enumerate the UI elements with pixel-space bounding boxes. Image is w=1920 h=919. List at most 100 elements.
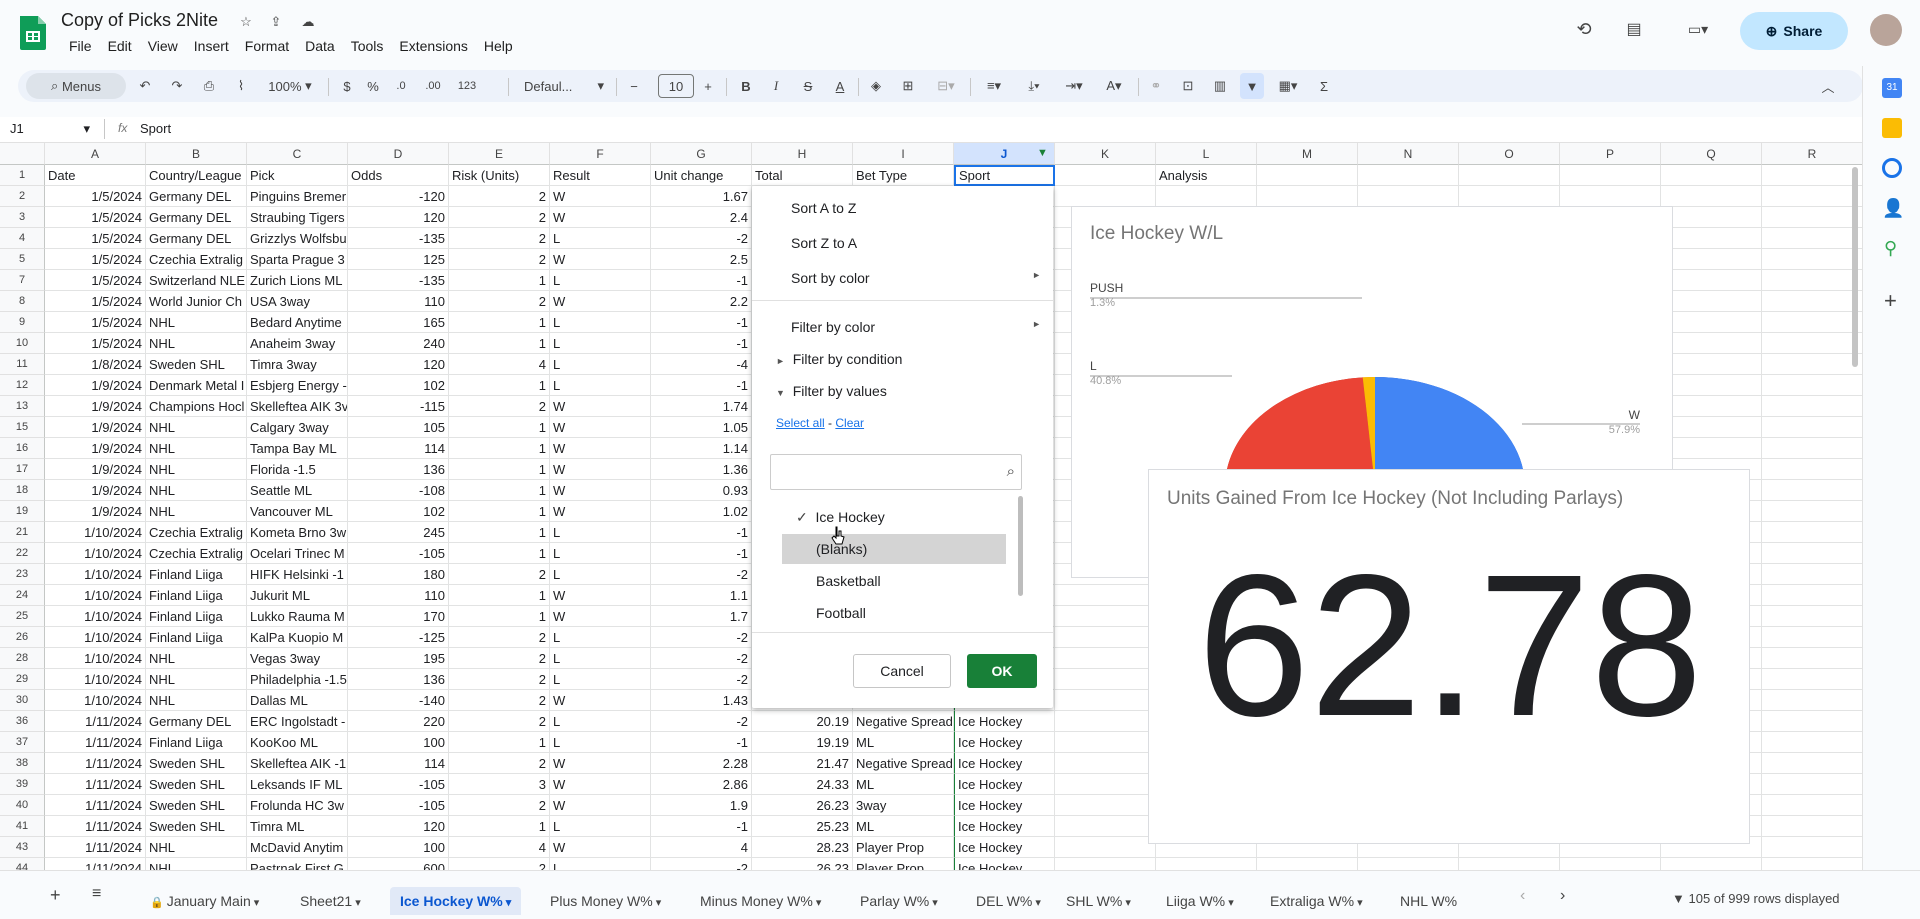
filter-icon[interactable]: ▼: [1240, 73, 1264, 99]
cell-a[interactable]: 1/11/2024: [45, 795, 146, 816]
cell-d[interactable]: 102: [348, 501, 449, 522]
cell-a[interactable]: 1/9/2024: [45, 438, 146, 459]
cell-a[interactable]: 1/5/2024: [45, 333, 146, 354]
cell-b[interactable]: Czechia Extralig: [146, 249, 247, 270]
cell-b[interactable]: Sweden SHL: [146, 795, 247, 816]
cell-q[interactable]: [1661, 270, 1762, 291]
cell-f[interactable]: L: [550, 732, 651, 753]
cell-e[interactable]: 2: [449, 669, 550, 690]
header-cell-p[interactable]: [1560, 165, 1661, 186]
cell-c[interactable]: Esbjerg Energy -: [247, 375, 348, 396]
cell-r[interactable]: [1762, 438, 1862, 459]
cell-e[interactable]: 2: [449, 207, 550, 228]
cell-a[interactable]: 1/5/2024: [45, 270, 146, 291]
cell-f[interactable]: W: [550, 417, 651, 438]
cell-b[interactable]: NHL: [146, 480, 247, 501]
cell-f[interactable]: W: [550, 606, 651, 627]
cell-h[interactable]: 21.47: [752, 753, 853, 774]
cell-c[interactable]: Skelleftea AIK 3v: [247, 396, 348, 417]
cell-g[interactable]: -2: [651, 564, 752, 585]
cell-o[interactable]: [1459, 858, 1560, 870]
cell-g[interactable]: -1: [651, 816, 752, 837]
cell-d[interactable]: 240: [348, 333, 449, 354]
cell-c[interactable]: Bedard Anytime: [247, 312, 348, 333]
sheet-tab[interactable]: NHL W%: [1390, 887, 1467, 915]
cell-e[interactable]: 4: [449, 837, 550, 858]
header-cell-d[interactable]: Odds: [348, 165, 449, 186]
row-header[interactable]: 4: [0, 228, 45, 249]
font-size-increase-button[interactable]: +: [698, 70, 718, 102]
cell-r[interactable]: [1762, 858, 1862, 870]
comments-icon[interactable]: ▤: [1624, 19, 1644, 39]
cell-d[interactable]: -105: [348, 774, 449, 795]
cell-d[interactable]: 170: [348, 606, 449, 627]
header-cell-m[interactable]: [1257, 165, 1358, 186]
sheet-tab-menu-icon[interactable]: ▾: [1354, 897, 1363, 909]
cell-a[interactable]: 1/11/2024: [45, 711, 146, 732]
cell-g[interactable]: -1: [651, 270, 752, 291]
cell-i[interactable]: ML: [853, 816, 954, 837]
menu-help[interactable]: Help: [476, 36, 521, 56]
undo-icon[interactable]: ↶: [132, 70, 158, 102]
cell-d[interactable]: 114: [348, 438, 449, 459]
cell-r[interactable]: [1762, 837, 1862, 858]
cell-e[interactable]: 2: [449, 753, 550, 774]
cell-a[interactable]: 1/11/2024: [45, 774, 146, 795]
cell-b[interactable]: Finland Liiga: [146, 564, 247, 585]
filter-views-icon[interactable]: ▦▾: [1270, 70, 1306, 102]
value-item[interactable]: Basketball: [782, 566, 1006, 596]
cell-e[interactable]: 2: [449, 648, 550, 669]
cell-c[interactable]: USA 3way: [247, 291, 348, 312]
sheet-tab-menu-icon[interactable]: ▾: [352, 897, 361, 909]
column-filter-icon[interactable]: ▼: [1037, 147, 1048, 159]
cell-b[interactable]: Finland Liiga: [146, 606, 247, 627]
column-header-k[interactable]: K: [1055, 143, 1156, 165]
cell-f[interactable]: W: [550, 249, 651, 270]
row-header[interactable]: 28: [0, 648, 45, 669]
header-cell-e[interactable]: Risk (Units): [449, 165, 550, 186]
fill-color-icon[interactable]: ◈: [864, 70, 888, 102]
text-rotation-icon[interactable]: A▾: [1096, 70, 1132, 102]
cell-r[interactable]: [1762, 480, 1862, 501]
cell-r[interactable]: [1762, 501, 1862, 522]
sort-a-to-z[interactable]: Sort A to Z: [791, 200, 856, 216]
cell-d[interactable]: -140: [348, 690, 449, 711]
cell-d[interactable]: 110: [348, 291, 449, 312]
cell-f[interactable]: W: [550, 291, 651, 312]
cell-q[interactable]: [1661, 312, 1762, 333]
cell-c[interactable]: Kometa Brno 3w: [247, 522, 348, 543]
cell-q[interactable]: [1661, 291, 1762, 312]
menu-file[interactable]: File: [61, 36, 100, 56]
select-all-link[interactable]: Select all: [776, 416, 825, 430]
menu-insert[interactable]: Insert: [186, 36, 237, 56]
cell-r[interactable]: [1762, 585, 1862, 606]
cell-d[interactable]: -135: [348, 270, 449, 291]
sheet-tab-menu-icon[interactable]: ▾: [1122, 897, 1131, 909]
cell-e[interactable]: 2: [449, 396, 550, 417]
contacts-icon[interactable]: 👤: [1882, 198, 1904, 218]
meet-icon[interactable]: ▭▾: [1678, 19, 1718, 39]
cell-f[interactable]: L: [550, 627, 651, 648]
cell-c[interactable]: Sparta Prague 3: [247, 249, 348, 270]
cell-h[interactable]: 24.33: [752, 774, 853, 795]
cell-e[interactable]: 2: [449, 795, 550, 816]
row-header[interactable]: 44: [0, 858, 45, 870]
cell-a[interactable]: 1/10/2024: [45, 543, 146, 564]
cell-o[interactable]: [1459, 186, 1560, 207]
header-cell-b[interactable]: Country/League: [146, 165, 247, 186]
cell-e[interactable]: 1: [449, 606, 550, 627]
cell-e[interactable]: 2: [449, 186, 550, 207]
cell-q[interactable]: [1661, 417, 1762, 438]
cell-c[interactable]: Timra 3way: [247, 354, 348, 375]
cell-j[interactable]: Ice Hockey: [954, 732, 1055, 753]
cell-h[interactable]: 25.23: [752, 816, 853, 837]
cell-q[interactable]: [1661, 396, 1762, 417]
cell-d[interactable]: 105: [348, 417, 449, 438]
cell-r[interactable]: [1762, 564, 1862, 585]
cell-d[interactable]: 100: [348, 732, 449, 753]
cell-d[interactable]: 100: [348, 837, 449, 858]
sheet-tab-menu-icon[interactable]: ▾: [813, 897, 822, 909]
cell-g[interactable]: -1: [651, 333, 752, 354]
row-header[interactable]: 30: [0, 690, 45, 711]
cell-f[interactable]: W: [550, 396, 651, 417]
